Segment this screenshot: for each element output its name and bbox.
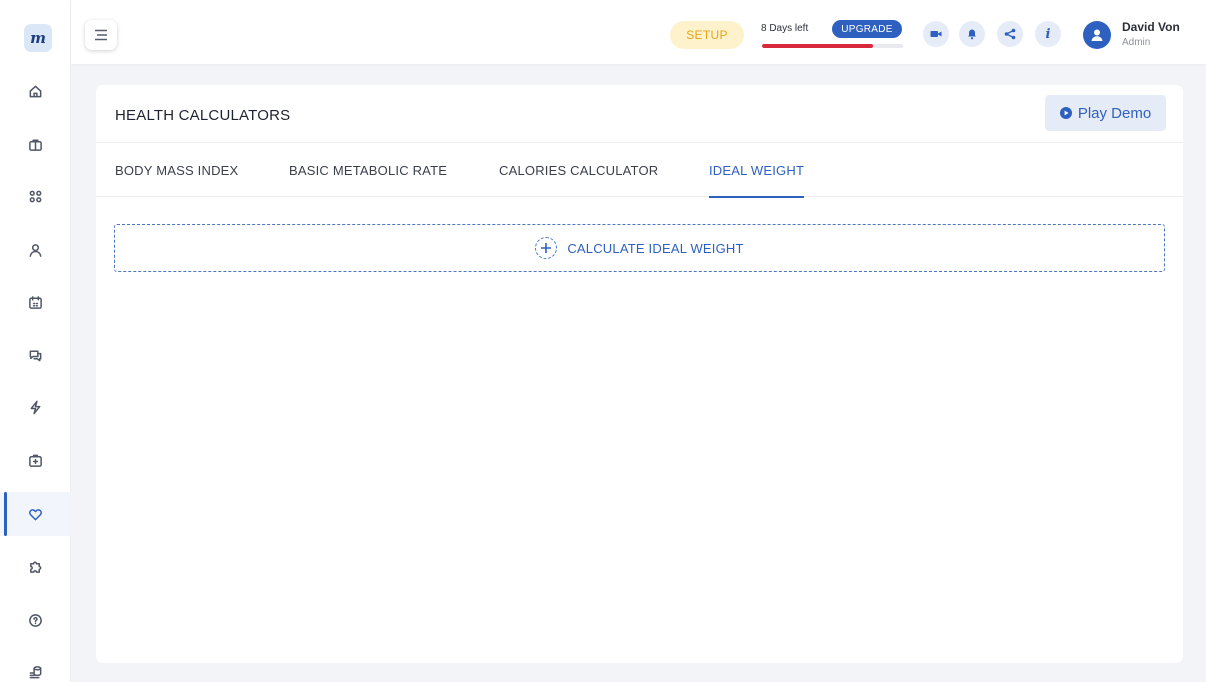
sidebar-item-calendar[interactable] bbox=[0, 280, 71, 324]
add-circle-icon bbox=[535, 237, 558, 259]
avatar[interactable] bbox=[1083, 21, 1111, 49]
sidebar: m bbox=[0, 0, 71, 682]
user-role: Admin bbox=[1122, 37, 1151, 48]
briefcase-icon bbox=[29, 139, 42, 151]
tab-ideal-weight[interactable]: IDEAL WEIGHT bbox=[709, 143, 805, 198]
home-icon bbox=[29, 85, 42, 97]
plus-icon bbox=[541, 243, 552, 253]
page-title: HEALTH CALCULATORS bbox=[115, 107, 291, 124]
sidebar-item-help[interactable] bbox=[0, 598, 71, 642]
calculator-tabs: BODY MASS INDEX BASIC METABOLIC RATE CAL… bbox=[96, 143, 1183, 198]
health-calculators-card: HEALTH CALCULATORS Play Demo BODY MASS I… bbox=[96, 85, 1183, 663]
top-header: SETUP 8 Days left UPGRADE i David Von Ad… bbox=[71, 0, 1206, 64]
sidebar-item-briefcase[interactable] bbox=[0, 122, 71, 166]
sidebar-item-jobs[interactable] bbox=[0, 438, 71, 482]
tab-body-mass-index[interactable]: BODY MASS INDEX bbox=[115, 143, 238, 197]
user-avatar-icon bbox=[1091, 29, 1103, 41]
sidebar-item-grid[interactable] bbox=[0, 174, 71, 218]
grid-icon bbox=[29, 190, 42, 202]
calendar-icon bbox=[29, 295, 42, 309]
sidebar-item-user[interactable] bbox=[0, 228, 71, 272]
play-demo-button[interactable]: Play Demo bbox=[1045, 95, 1166, 131]
video-icon bbox=[930, 31, 942, 37]
notifications-button[interactable] bbox=[959, 21, 985, 47]
upgrade-button[interactable]: UPGRADE bbox=[832, 20, 902, 38]
sidebar-item-home[interactable] bbox=[0, 69, 71, 113]
play-circle-icon bbox=[1059, 107, 1072, 119]
share-icon bbox=[1004, 28, 1016, 40]
sidebar-item-chat[interactable] bbox=[0, 333, 71, 377]
info-icon: i bbox=[1045, 26, 1051, 42]
menu-toggle-button[interactable] bbox=[85, 20, 117, 50]
tab-basic-metabolic-rate[interactable]: BASIC METABOLIC RATE bbox=[289, 143, 447, 197]
help-circle-icon bbox=[29, 613, 42, 627]
tab-calories-calculator[interactable]: CALORIES CALCULATOR bbox=[499, 143, 658, 197]
sidebar-item-health[interactable] bbox=[0, 492, 71, 536]
calculate-ideal-weight-label: CALCULATE IDEAL WEIGHT bbox=[567, 240, 744, 256]
app-logo[interactable]: m bbox=[24, 24, 52, 52]
user-name[interactable]: David Von bbox=[1122, 20, 1180, 34]
sidebar-item-billing[interactable] bbox=[0, 650, 71, 682]
calculate-ideal-weight-button[interactable]: CALCULATE IDEAL WEIGHT bbox=[114, 224, 1165, 272]
database-icon bbox=[29, 665, 42, 678]
days-left-text: 8 Days left bbox=[761, 23, 809, 34]
sidebar-item-integrations[interactable] bbox=[0, 544, 71, 588]
setup-button[interactable]: SETUP bbox=[670, 21, 744, 49]
trial-status: 8 Days left UPGRADE bbox=[761, 20, 903, 50]
briefcase-plus-icon bbox=[29, 454, 42, 467]
bell-icon bbox=[968, 29, 976, 40]
lightning-icon bbox=[30, 400, 41, 414]
heart-icon bbox=[29, 508, 42, 520]
trial-progress-bar bbox=[762, 44, 903, 48]
user-icon bbox=[29, 243, 42, 257]
share-button[interactable] bbox=[997, 21, 1023, 47]
sidebar-item-activity[interactable] bbox=[0, 385, 71, 429]
video-button[interactable] bbox=[923, 21, 949, 47]
puzzle-icon bbox=[30, 561, 42, 573]
chat-icon bbox=[29, 350, 42, 361]
info-button[interactable]: i bbox=[1035, 21, 1061, 47]
trial-progress-fill bbox=[762, 44, 874, 48]
play-demo-label: Play Demo bbox=[1077, 104, 1152, 122]
hamburger-icon bbox=[95, 29, 107, 41]
